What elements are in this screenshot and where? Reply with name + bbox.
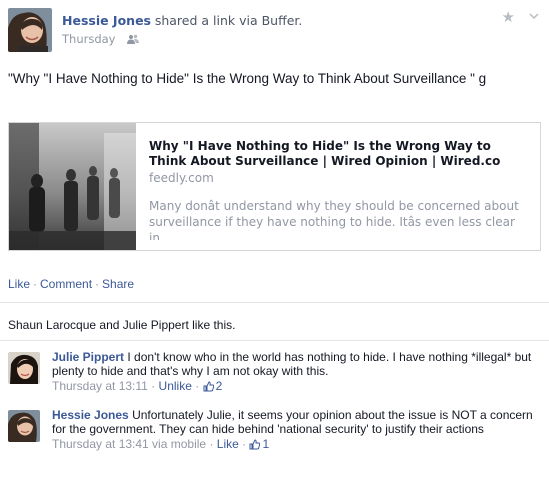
post-action-text: shared a link via Buffer.: [154, 13, 303, 28]
star-icon[interactable]: ★: [502, 8, 515, 26]
likes-summary-text[interactable]: Shaun Larocque and Julie Pippert like th…: [8, 318, 235, 332]
share-link[interactable]: Share: [102, 277, 134, 291]
comment-like-count[interactable]: 2: [216, 379, 223, 393]
thumbs-up-icon[interactable]: [249, 439, 261, 453]
comment-link[interactable]: Comment: [40, 277, 92, 291]
comment-author-link[interactable]: Julie Pippert: [52, 350, 124, 364]
comment-author-link[interactable]: Hessie Jones: [52, 408, 129, 422]
link-description: Many donât understand why they should be…: [149, 199, 519, 240]
shared-link-card[interactable]: Why "I Have Nothing to Hide" Is the Wron…: [8, 122, 541, 251]
comment-meta-separator: ·: [209, 437, 214, 451]
like-link[interactable]: Like: [8, 277, 30, 291]
link-domain: feedly.com: [149, 171, 214, 185]
comments-divider: [0, 340, 549, 341]
comment-meta-separator: ·: [195, 379, 200, 393]
comment-like-count[interactable]: 1: [262, 437, 269, 451]
friends-audience-icon[interactable]: [127, 33, 140, 47]
commenter-avatar[interactable]: [8, 352, 40, 384]
likes-summary: Shaun Larocque and Julie Pippert like th…: [0, 302, 549, 340]
link-title[interactable]: Why "I Have Nothing to Hide" Is the Wron…: [149, 139, 529, 169]
chevron-down-icon[interactable]: [529, 10, 539, 24]
comment-text: I don't know who in the world has nothin…: [52, 350, 532, 378]
link-thumbnail-image[interactable]: [9, 123, 136, 250]
comment-meta-separator: ·: [242, 437, 247, 451]
post-message: "Why "I Have Nothing to Hide" Is the Wro…: [8, 71, 487, 86]
comment-timestamp[interactable]: Thursday at 13:41 via mobile: [52, 437, 206, 451]
commenter-avatar[interactable]: [8, 410, 40, 442]
author-name-link[interactable]: Hessie Jones: [62, 13, 151, 28]
post-actions-bar: Like · Comment · Share: [8, 277, 134, 291]
post-timestamp[interactable]: Thursday: [62, 32, 115, 46]
unlike-link[interactable]: Unlike: [159, 379, 192, 393]
comment-item: Julie Pippert I don't know who in the wo…: [8, 350, 541, 400]
comment-item: Hessie Jones Unfortunately Julie, it see…: [8, 408, 541, 472]
author-avatar[interactable]: [8, 8, 52, 52]
thumbs-up-icon[interactable]: [203, 381, 214, 395]
comment-meta-separator: ·: [151, 379, 156, 393]
action-separator: ·: [95, 277, 100, 291]
action-separator: ·: [33, 277, 38, 291]
post-header: Hessie Jones shared a link via Buffer. T…: [8, 8, 541, 56]
like-link[interactable]: Like: [217, 437, 239, 451]
comment-timestamp[interactable]: Thursday at 13:11: [52, 379, 148, 393]
